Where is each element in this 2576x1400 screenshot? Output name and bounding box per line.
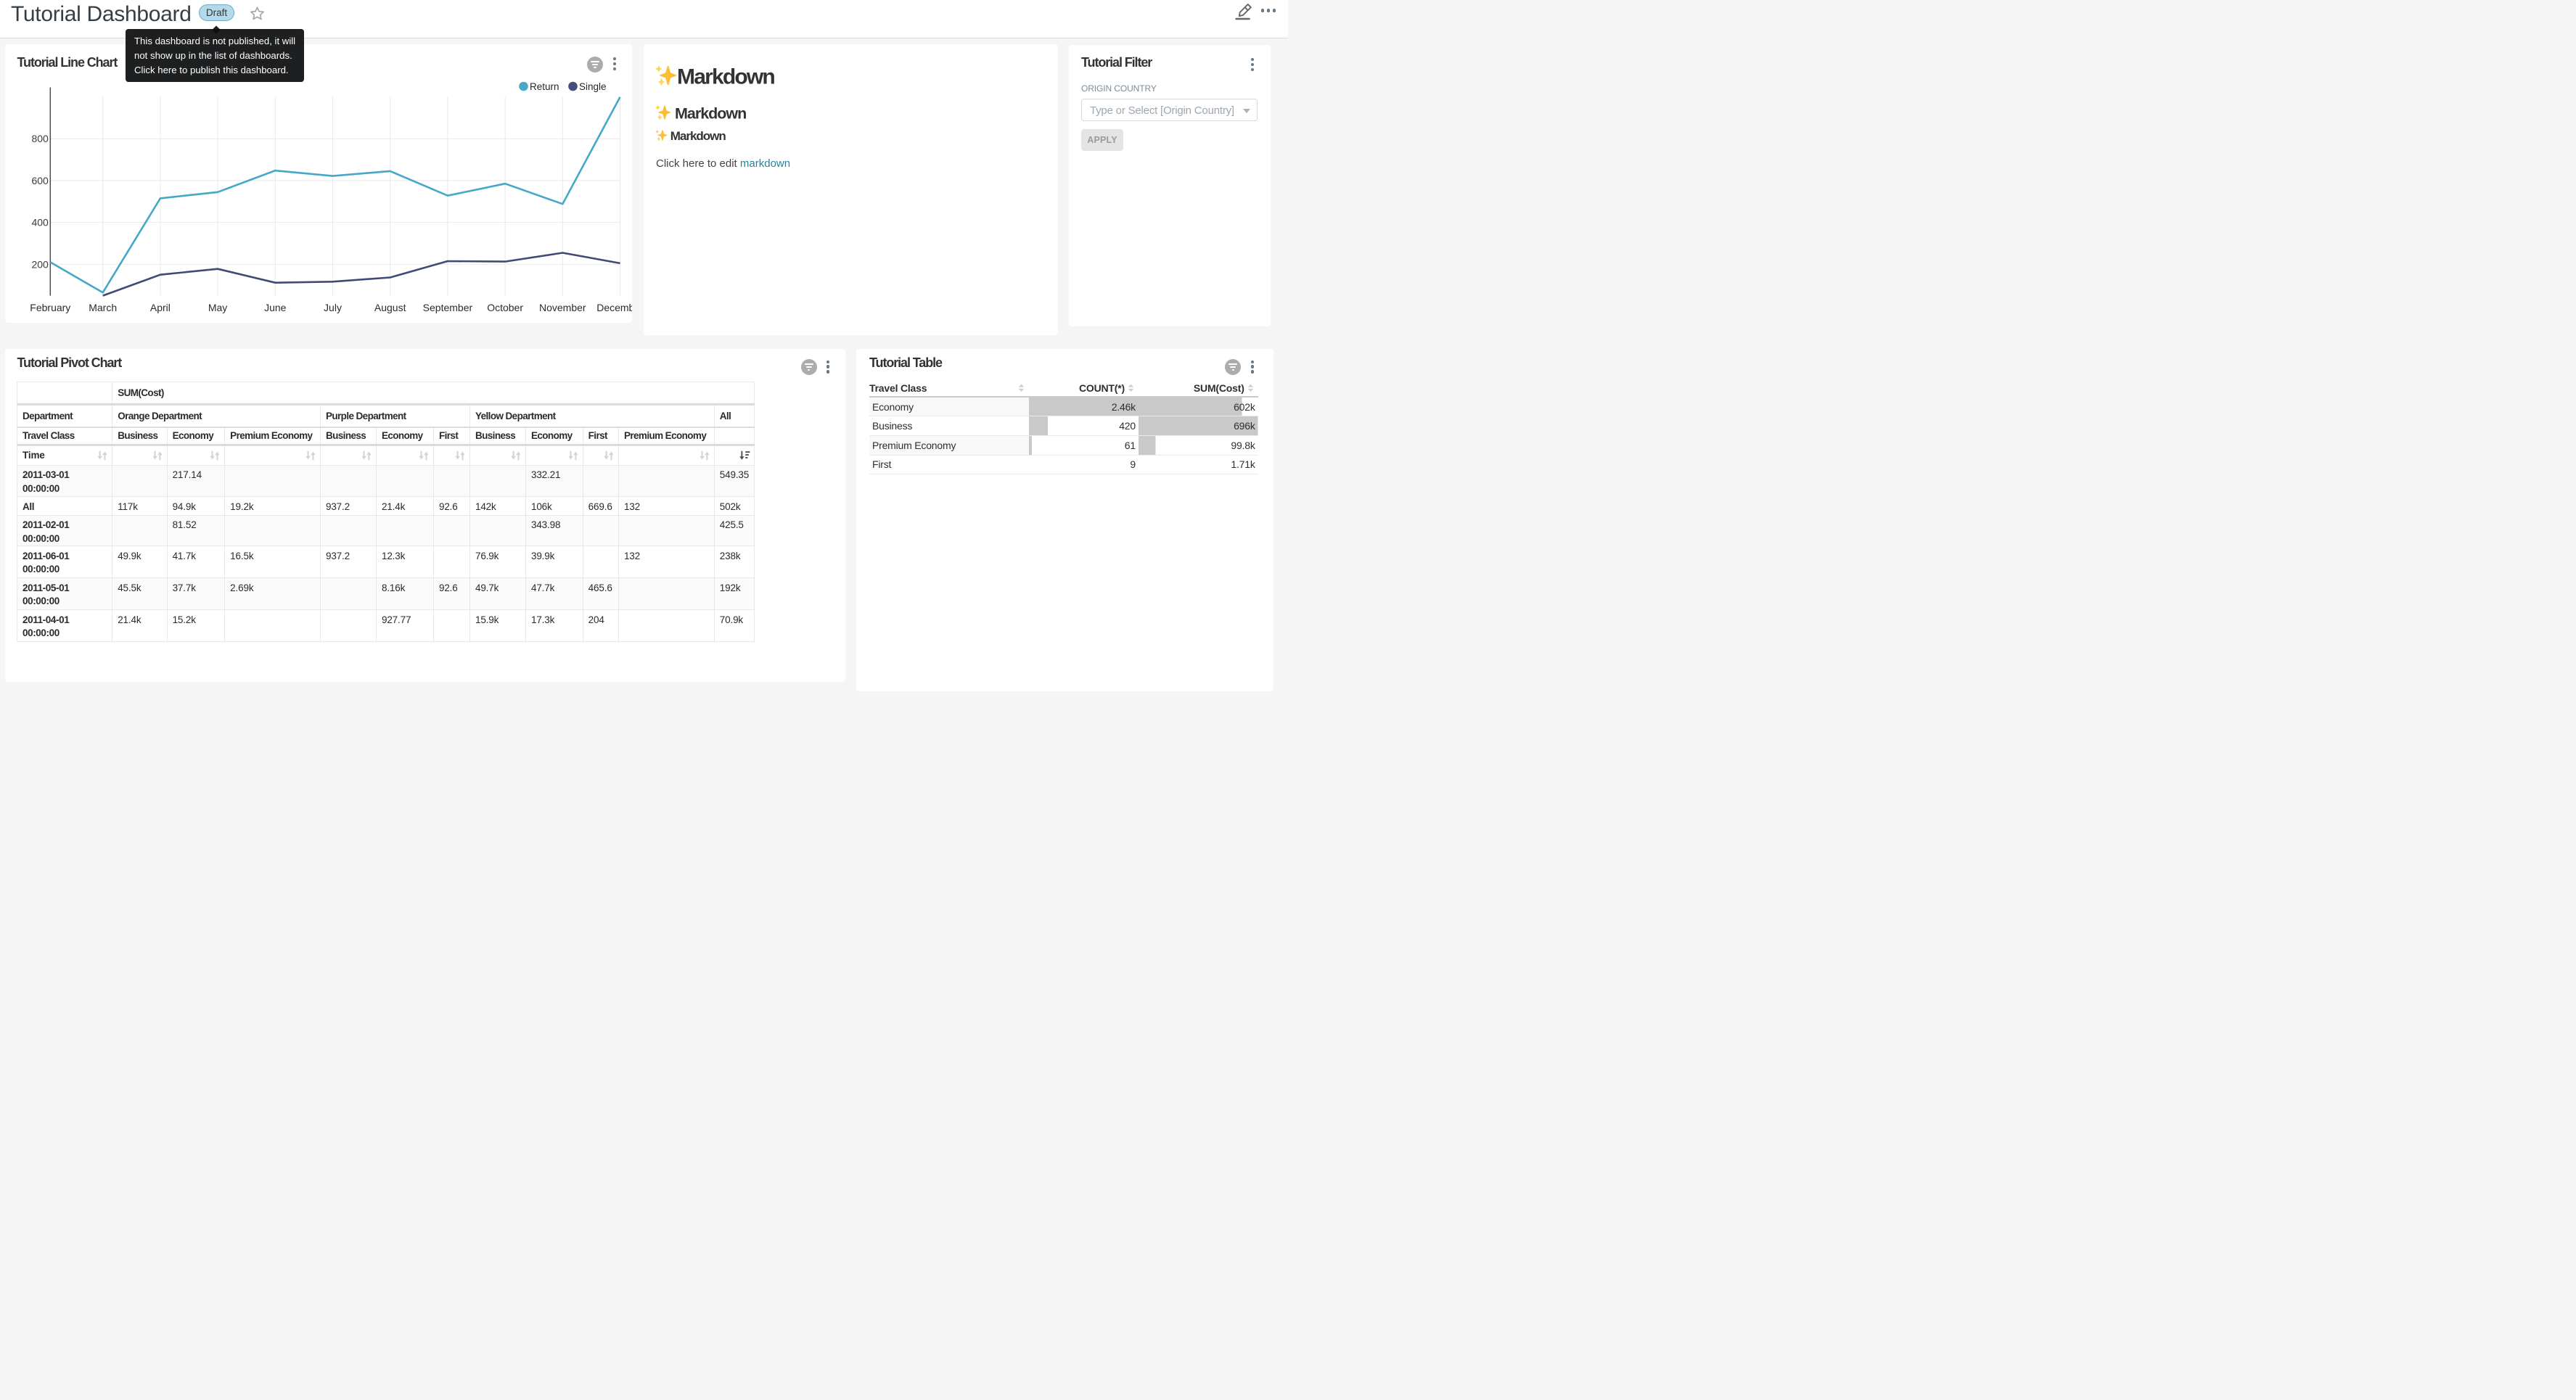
svg-text:February: February [30,302,70,313]
svg-text:November: November [539,302,586,313]
svg-text:400: 400 [31,217,49,228]
svg-text:May: May [208,302,227,313]
svg-text:December: December [596,302,632,313]
svg-text:September: September [423,302,473,313]
svg-text:200: 200 [31,258,49,270]
svg-text:October: October [487,302,523,313]
svg-text:June: June [264,302,287,313]
svg-text:800: 800 [31,133,49,144]
svg-text:600: 600 [31,175,49,186]
svg-text:August: August [374,302,406,313]
svg-text:March: March [89,302,117,313]
svg-text:Single: Single [579,81,607,92]
svg-text:April: April [150,302,171,313]
svg-text:Return: Return [530,81,559,92]
svg-text:July: July [324,302,342,313]
